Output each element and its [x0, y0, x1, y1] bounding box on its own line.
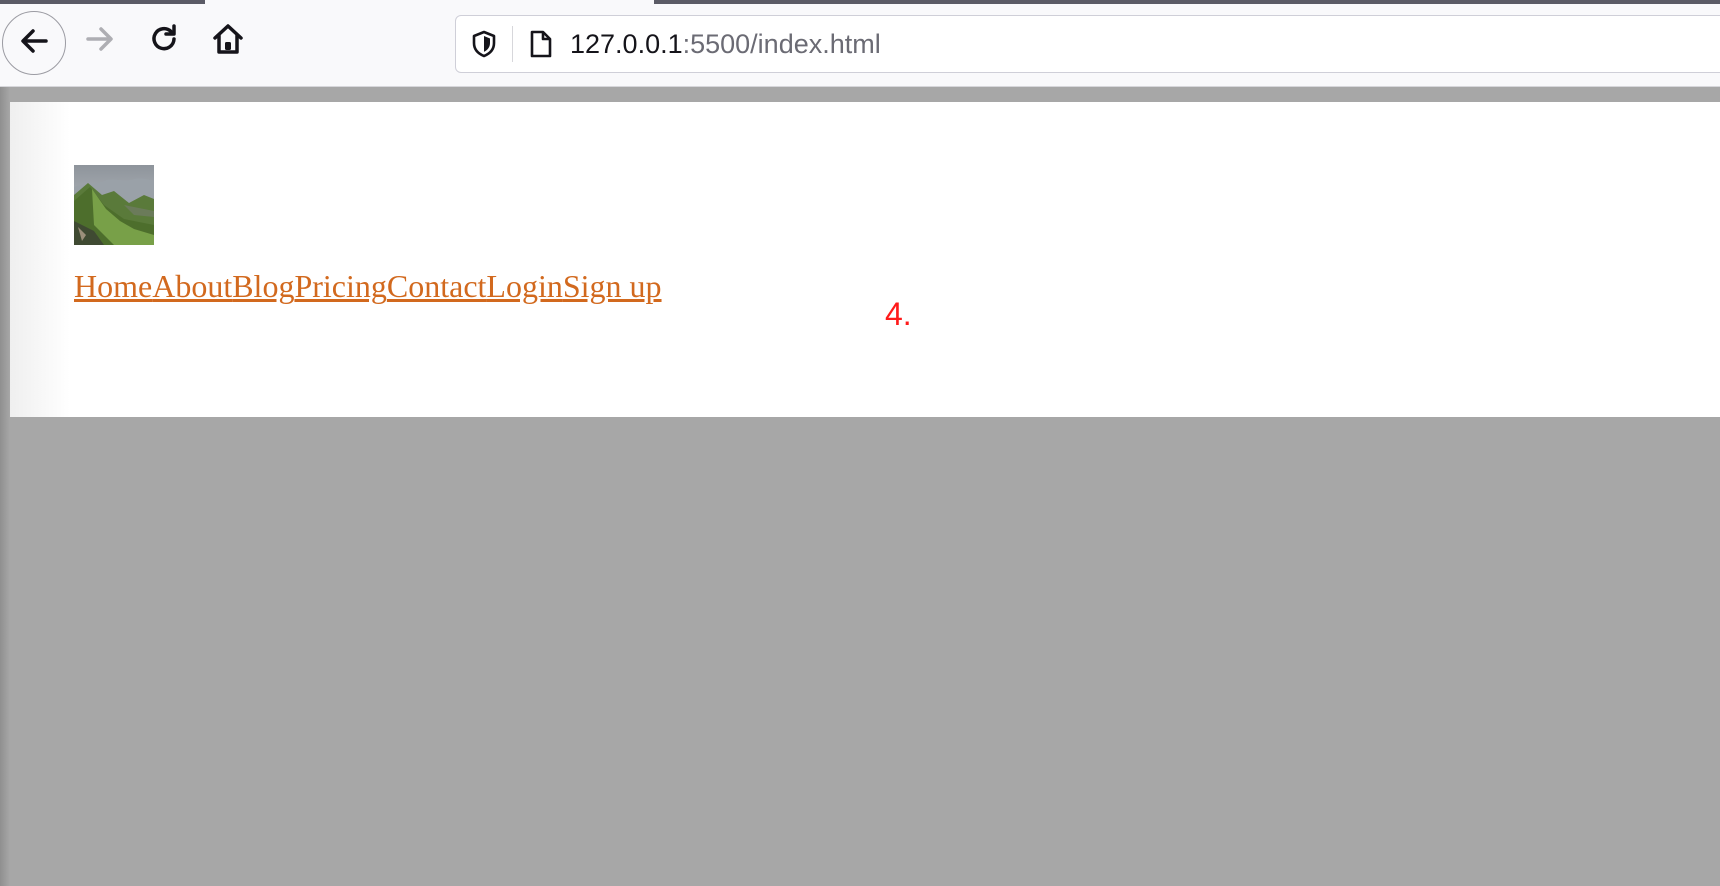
page-viewport: HomeAboutBlogPricingContactLoginSign up …: [0, 87, 1720, 886]
back-arrow-icon: [16, 23, 52, 64]
reload-icon: [147, 22, 181, 61]
nav-link-contact[interactable]: Contact: [387, 268, 487, 304]
nav-link-home[interactable]: Home: [74, 268, 152, 304]
home-icon: [210, 21, 246, 62]
forward-button[interactable]: [78, 19, 122, 63]
header-panel: HomeAboutBlogPricingContactLoginSign up …: [10, 102, 1720, 417]
url-path: :5500/index.html: [682, 29, 881, 59]
annotation-marker: 4.: [885, 296, 912, 332]
shield-icon[interactable]: [470, 30, 498, 58]
nav-link-signup[interactable]: Sign up: [563, 268, 662, 304]
url-text[interactable]: 127.0.0.1:5500/index.html: [570, 29, 881, 59]
landscape-logo-image: [74, 165, 154, 245]
nav-link-about[interactable]: About: [152, 268, 232, 304]
forward-arrow-icon: [82, 21, 118, 62]
main-nav: HomeAboutBlogPricingContactLoginSign up: [74, 268, 662, 304]
nav-link-blog[interactable]: Blog: [232, 268, 294, 304]
url-host: 127.0.0.1: [570, 29, 683, 59]
home-button[interactable]: [206, 19, 250, 63]
viewport-edge-shadow: [0, 87, 10, 886]
address-bar[interactable]: 127.0.0.1:5500/index.html: [455, 15, 1720, 73]
url-separator: [512, 26, 513, 62]
page-icon: [526, 29, 556, 59]
back-button[interactable]: [2, 11, 66, 75]
reload-button[interactable]: [142, 19, 186, 63]
browser-toolbar: 127.0.0.1:5500/index.html: [0, 4, 1720, 87]
nav-link-pricing[interactable]: Pricing: [294, 268, 386, 304]
nav-link-login[interactable]: Login: [486, 268, 562, 304]
